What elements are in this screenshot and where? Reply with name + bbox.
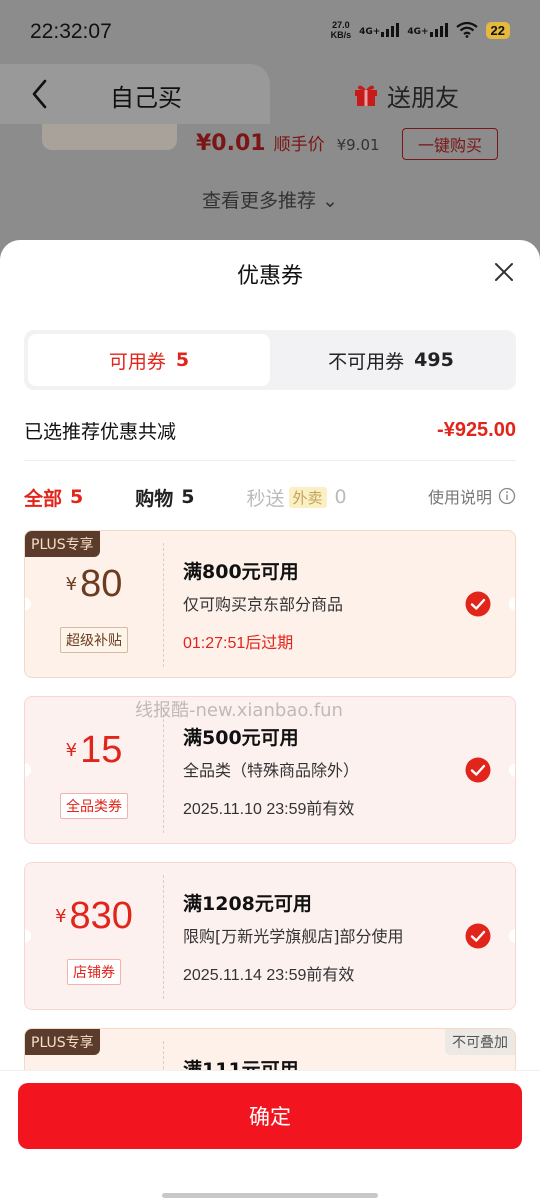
plus-exclusive-badge: PLUS专享 [25,531,100,557]
coupon-condition: 满500元可用 [183,727,299,749]
net-speed: 27.0 KB/s [330,20,352,40]
product-thumbnail [42,124,177,150]
coupon-type-tag: 超级补贴 [25,627,163,653]
chevron-down-icon: ⌄ [322,190,338,212]
coupon-condition: 满800元可用 [183,561,299,583]
coupon-type-tag: 店铺券 [25,959,163,985]
product-price: ¥0.01 [196,131,266,156]
coupon-amount: ¥80 [65,563,123,605]
usage-instructions-link[interactable]: 使用说明 [428,484,516,508]
product-price-row: ¥0.01 顺手价 ¥9.01 [196,130,380,156]
more-recommend-link[interactable]: 查看更多推荐 ⌄ [0,186,540,213]
tab-available-coupons[interactable]: 可用券 5 [28,334,270,386]
coupon-expiry: 2025.11.14 23:59前有效 [183,967,355,984]
info-icon [498,487,516,505]
price-tag: 顺手价 [273,135,325,155]
coupon-amount: ¥830 [55,895,133,937]
confirm-button[interactable]: 确定 [18,1083,522,1149]
background-page: 22:32:07 27.0 KB/s 4G+ 4G+ 22 自己买 送朋友 ¥0… [0,0,540,260]
tab-unavailable-coupons[interactable]: 不可用券 495 [270,334,512,386]
summary-label: 已选推荐优惠共减 [24,420,177,443]
filter-all[interactable]: 全部 5 [24,484,83,511]
tab-buy-self[interactable]: 自己买 [0,64,270,124]
checked-icon[interactable] [465,923,491,949]
tab-buy-self-label: 自己买 [110,84,182,112]
coupon-card[interactable]: ¥830 店铺券 满1208元可用 限购[万新光学旗舰店]部分使用 2025.1… [24,862,516,1010]
checked-icon[interactable] [465,757,491,783]
home-indicator [162,1193,378,1198]
sheet-title: 优惠券 [236,264,303,289]
coupon-filters: 全部 5 购物 5 秒送 外卖 0 使用说明 [24,480,516,514]
checked-icon[interactable] [465,591,491,617]
watermark: 线报酷-new.xianbao.fun [135,700,343,721]
purchase-mode-tabs: 自己买 送朋友 [0,64,540,124]
summary-amount: -¥925.00 [437,418,516,441]
signal-icon: 4G+ [407,23,448,37]
filter-flash-delivery[interactable]: 秒送 外卖 0 [247,484,347,511]
coupon-type-tag: 全品类券 [25,793,163,819]
original-price: ¥9.01 [336,136,380,154]
divider [24,460,516,461]
status-time: 22:32:07 [30,20,112,43]
chevron-left-icon[interactable] [28,78,54,110]
coupon-scope: 仅可购买京东部分商品 [183,595,344,614]
status-bar: 22:32:07 27.0 KB/s 4G+ 4G+ 22 [0,0,540,64]
coupon-expiry: 2025.11.10 23:59前有效 [183,801,355,818]
takeout-tag: 外卖 [288,486,327,508]
quick-buy-button[interactable]: 一键购买 [402,128,498,160]
close-icon[interactable] [494,262,514,282]
discount-summary: 已选推荐优惠共减 -¥925.00 [24,410,516,450]
filter-shopping[interactable]: 购物 5 [135,484,194,511]
plus-exclusive-badge: PLUS专享 [25,1029,100,1055]
wifi-icon [455,22,478,38]
tab-send-friend[interactable]: 送朋友 [387,78,459,113]
coupon-amount: ¥15 [65,729,123,771]
coupon-availability-tabs: 可用券 5 不可用券 495 [24,330,516,390]
coupon-scope: 全品类（特殊商品除外） [183,761,360,780]
coupon-condition: 满1208元可用 [183,893,312,915]
signal-icon: 4G+ [359,23,400,37]
coupon-scope: 限购[万新光学旗舰店]部分使用 [183,927,404,946]
status-icons: 27.0 KB/s 4G+ 4G+ 22 [331,20,510,40]
sheet-footer: 确定 [0,1070,540,1200]
battery-indicator: 22 [485,21,510,39]
non-stackable-badge: 不可叠加 [445,1029,515,1055]
coupon-sheet: 优惠券 可用券 5 不可用券 495 已选推荐优惠共减 -¥925.00 全部 … [0,240,540,1200]
coupon-card[interactable]: PLUS专享 ¥80 超级补贴 满800元可用 仅可购买京东部分商品 01:27… [24,530,516,678]
gift-icon [355,85,377,106]
coupon-expiry: 01:27:51后过期 [183,635,294,652]
